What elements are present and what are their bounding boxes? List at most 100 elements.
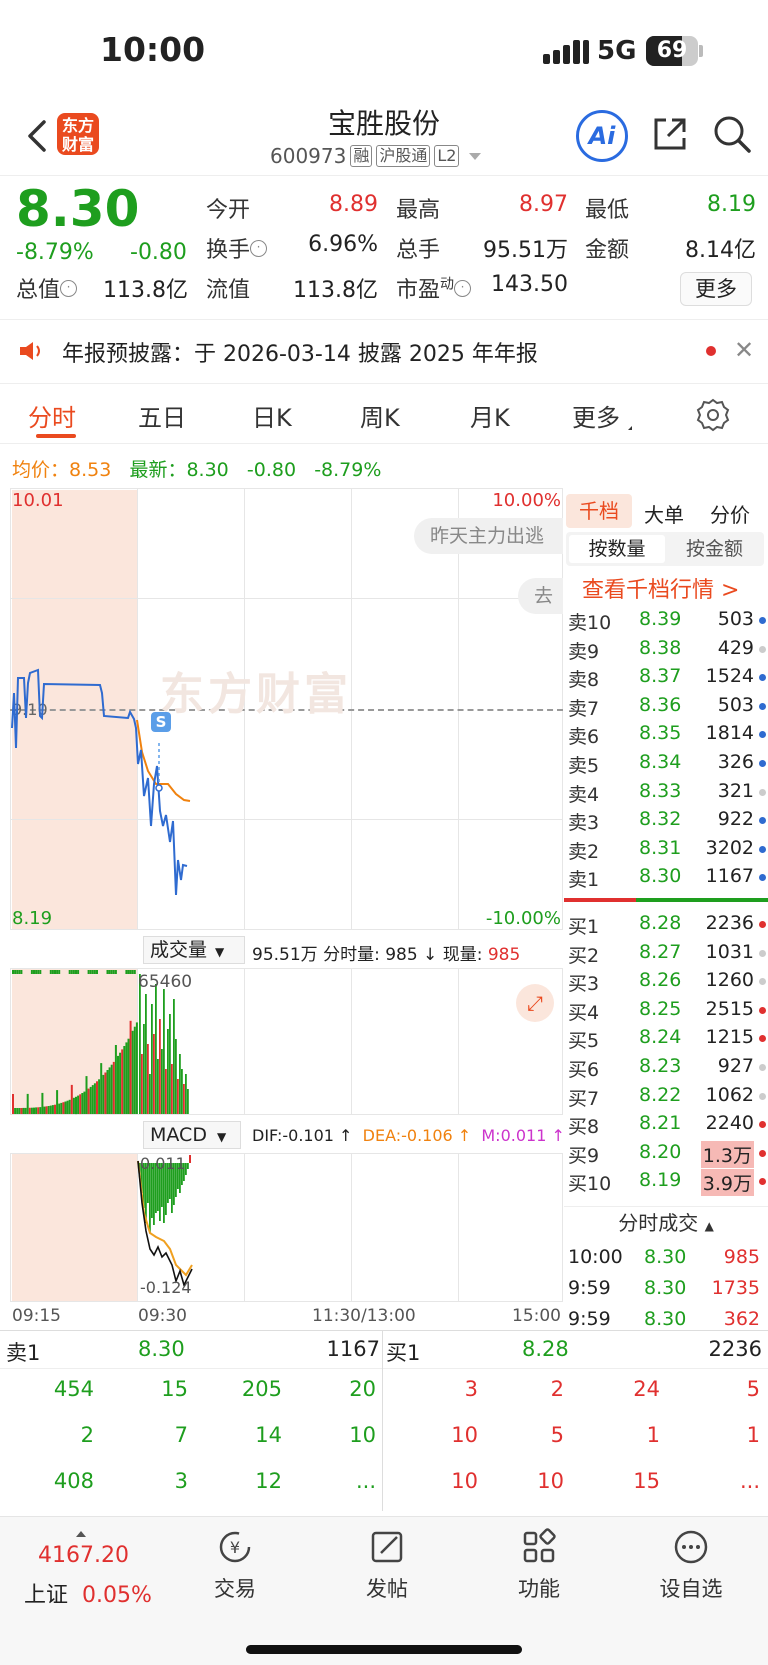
level1-divider (382, 1331, 383, 1511)
open-value: 8.89 (329, 192, 378, 217)
latest-value: 8.30 (186, 459, 229, 481)
sell-queue-cell: 2 (80, 1423, 94, 1447)
tag-l2: L2 (434, 145, 460, 167)
ask-volume: 1814 (705, 722, 754, 745)
nav-add-watchlist[interactable]: 设自选 (646, 1527, 736, 1603)
stock-code-row[interactable]: 600973 融 沪股通 L2 (270, 144, 482, 168)
ticks-header[interactable]: 分时成交 ▲ (564, 1206, 768, 1238)
tab-more[interactable]: 更多 (572, 398, 632, 433)
stock-header: 东方 财富 宝胜股份 600973 融 沪股通 L2 Ai (0, 100, 768, 176)
bid-volume: 2515 (705, 997, 754, 1020)
ask-flag-dot (759, 874, 766, 882)
sell-signal-marker[interactable]: S (151, 712, 171, 732)
tick-time: 9:59 (568, 1277, 611, 1299)
ask-volume: 503 (717, 693, 754, 716)
macd-indicator-select[interactable]: MACD ▼ (143, 1121, 241, 1149)
buy-queue-cell: 1 (646, 1423, 660, 1447)
ask-row[interactable]: 卖10 8.39 503 (564, 606, 768, 634)
bid-flag-dot (759, 949, 766, 957)
tag-connect: 沪股通 (376, 145, 431, 167)
share-icon[interactable] (650, 114, 690, 154)
ask-row[interactable]: 卖6 8.35 1814 (564, 720, 768, 748)
index-quote[interactable]: 上证 0.05% (24, 1577, 152, 1609)
bid-row[interactable]: 买10 8.19 3.9万 (564, 1167, 768, 1197)
mktcap-value: 113.8亿 (103, 278, 188, 303)
notice-bar[interactable]: 年报预披露：于 2026-03-14 披露 2025 年年报 ✕ (0, 320, 768, 384)
bid-volume: 1215 (705, 1026, 754, 1049)
tab-monthly[interactable]: 月K (470, 398, 510, 433)
by-quantity-option[interactable]: 按数量 (569, 535, 665, 563)
nav-functions[interactable]: 功能 (494, 1527, 584, 1603)
tick-price: 8.30 (644, 1308, 687, 1330)
ask-row[interactable]: 卖7 8.36 503 (564, 692, 768, 720)
ask-volume: 3202 (705, 836, 754, 859)
ask-row[interactable]: 卖5 8.34 326 (564, 749, 768, 777)
index-value[interactable]: 4167.20 (38, 1543, 129, 1568)
nav-post[interactable]: 发帖 (342, 1527, 432, 1603)
latest-label: 最新： (129, 459, 187, 481)
unread-dot (706, 346, 716, 356)
bid-row[interactable]: 买2 8.27 1031 (564, 939, 768, 967)
tab-big-orders[interactable]: 大单 (644, 499, 684, 528)
chevron-up-icon[interactable] (76, 1531, 86, 1537)
bid-row[interactable]: 买8 8.21 2240 (564, 1110, 768, 1138)
tab-intraday[interactable]: 分时 (28, 398, 76, 433)
ask-row[interactable]: 卖4 8.33 321 (564, 778, 768, 806)
info-icon[interactable]: · (250, 240, 268, 257)
sell-queue-cell: 14 (255, 1423, 282, 1447)
sell-queue-cell: 205 (241, 1377, 282, 1401)
ask-flag-dot (759, 674, 766, 682)
search-icon[interactable] (712, 114, 752, 154)
close-icon[interactable]: ✕ (734, 336, 754, 364)
tab-five-day[interactable]: 五日 (138, 398, 186, 433)
nav-trade[interactable]: ¥ 交易 (190, 1527, 280, 1603)
bid-row[interactable]: 买7 8.22 1062 (564, 1082, 768, 1110)
ask-volume: 429 (717, 636, 754, 659)
gear-icon[interactable] (696, 398, 730, 432)
depth-link[interactable]: 查看千档行情 > (582, 572, 739, 604)
volume-indicator-select[interactable]: 成交量 ▼ (143, 936, 245, 964)
bid-price: 8.25 (639, 997, 682, 1020)
ask-row[interactable]: 卖3 8.32 922 (564, 806, 768, 834)
pe-value: 143.50 (491, 272, 568, 297)
tab-depth[interactable]: 千档 (566, 494, 632, 528)
tab-price-dist[interactable]: 分价 (710, 499, 750, 528)
tag-margin: 融 (350, 145, 373, 167)
bid-flag-dot (759, 1092, 766, 1100)
bid-row[interactable]: 买9 8.20 1.3万 (564, 1139, 768, 1168)
tab-weekly[interactable]: 周K (360, 398, 400, 433)
ask-row[interactable]: 卖9 8.38 429 (564, 635, 768, 663)
bid-row[interactable]: 买5 8.24 1215 (564, 1024, 768, 1052)
expand-icon[interactable]: ⤢ (516, 984, 554, 1022)
ask-row[interactable]: 卖2 8.31 3202 (564, 835, 768, 863)
ask-row[interactable]: 卖1 8.30 1167 (564, 863, 768, 891)
bid-row[interactable]: 买1 8.28 2236 (564, 910, 768, 938)
buy-queue-cell: 10 (451, 1423, 478, 1447)
chevron-down-icon[interactable] (469, 152, 482, 160)
sell1-label: 卖1 (6, 1341, 41, 1365)
by-amount-option[interactable]: 按金额 (686, 535, 743, 563)
more-button[interactable]: 更多 (680, 272, 752, 306)
ask-label: 卖4 (568, 783, 600, 806)
info-icon[interactable]: · (454, 280, 472, 297)
bid-row[interactable]: 买4 8.25 2515 (564, 996, 768, 1024)
bid-row[interactable]: 买6 8.23 927 (564, 1053, 768, 1081)
bid-label: 买9 (568, 1144, 600, 1167)
bid-price: 8.20 (639, 1140, 682, 1163)
turnover-label: 换手 · (206, 232, 268, 264)
ai-button[interactable]: Ai (576, 110, 628, 162)
ask-volume: 1524 (705, 665, 754, 688)
bid-volume: 1062 (705, 1083, 754, 1106)
bid-price: 8.28 (639, 912, 682, 934)
level1-panel: 卖1 8.30 1167 买1 8.28 2236 454 3 15 2 205 24 20… (0, 1330, 768, 1516)
sell-queue-cell: ... (355, 1469, 376, 1493)
turnover-value: 6.96% (308, 232, 378, 257)
ask-row[interactable]: 卖8 8.37 1524 (564, 663, 768, 691)
ask-price: 8.34 (639, 751, 682, 773)
network-type: 5G (597, 36, 637, 66)
bid-row[interactable]: 买3 8.26 1260 (564, 967, 768, 995)
tick-time: 10:00 (568, 1246, 623, 1268)
bid-volume: 1260 (705, 969, 754, 992)
info-icon[interactable]: · (60, 280, 78, 297)
tab-daily[interactable]: 日K (252, 398, 292, 433)
